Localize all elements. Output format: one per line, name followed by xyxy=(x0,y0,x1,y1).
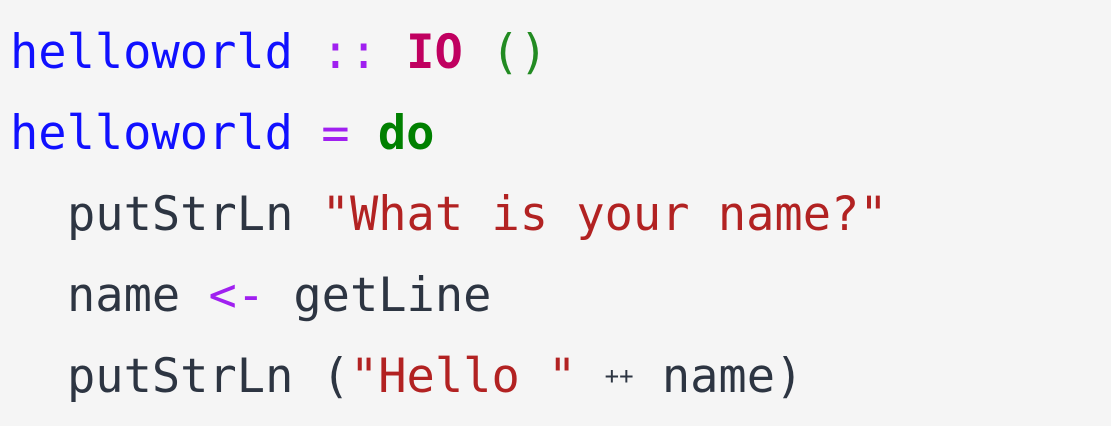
concat-operator: ++ xyxy=(604,362,634,390)
code-line-1: helloworld :: IO () xyxy=(10,12,1111,93)
unit-type: () xyxy=(491,25,548,80)
code-line-4: name <- getLine xyxy=(10,255,1111,336)
bind-operator: <- xyxy=(208,268,266,323)
string-literal: "Hello " xyxy=(349,349,577,404)
code-line-3: putStrLn "What is your name?" xyxy=(10,174,1111,255)
function-call-putstrln: putStrLn xyxy=(67,187,294,242)
open-paren: ( xyxy=(321,349,350,404)
code-line-2: helloworld = do xyxy=(10,93,1111,174)
function-name-helloworld: helloworld xyxy=(10,25,293,80)
function-call-getline: getLine xyxy=(293,268,492,323)
string-literal: "What is your name?" xyxy=(321,187,888,242)
function-name-helloworld: helloworld xyxy=(10,106,293,161)
type-io: IO xyxy=(406,25,463,80)
function-call-putstrln: putStrLn xyxy=(67,349,294,404)
variable-name: name xyxy=(661,349,776,404)
close-paren: ) xyxy=(775,349,804,404)
do-keyword: do xyxy=(377,106,435,161)
code-line-5: putStrLn ("Hello " ++ name) xyxy=(10,336,1111,417)
assignment-operator: = xyxy=(321,106,350,161)
code-view: helloworld :: IO () helloworld = do putStr… xyxy=(0,0,1111,426)
type-annotation-operator: :: xyxy=(321,25,378,80)
variable-name: name xyxy=(67,268,181,323)
